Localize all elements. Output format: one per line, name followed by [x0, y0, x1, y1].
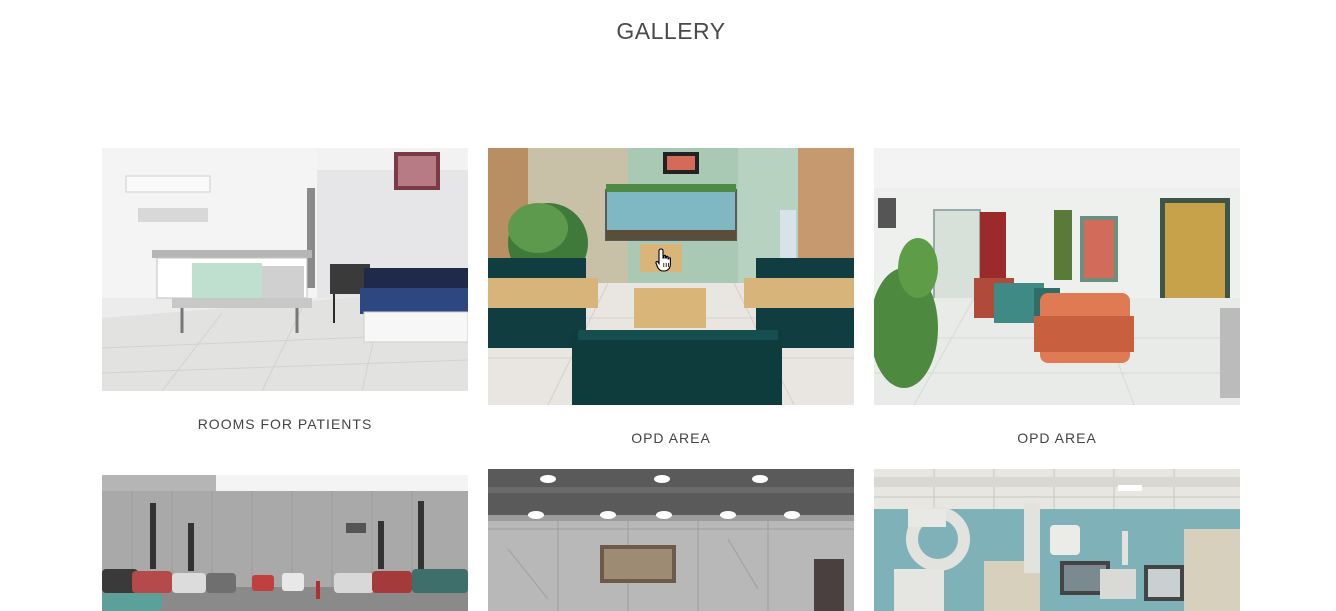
- hospital-room-photo[interactable]: [102, 148, 468, 391]
- parking-lot-photo[interactable]: [102, 475, 468, 611]
- gallery-page: GALLERY ROOMS FOR PATIENTS OPD AREA OPD …: [0, 0, 1336, 611]
- opd-recliner-chairs-photo[interactable]: [874, 148, 1240, 405]
- gallery-card-opd-2[interactable]: OPD AREA: [874, 148, 1240, 448]
- hand-pointer-icon: [655, 248, 671, 272]
- marble-lobby-photo[interactable]: [488, 469, 854, 611]
- gallery-caption-opd-2: OPD AREA: [1017, 430, 1097, 446]
- gallery-card-opd-1[interactable]: OPD AREA: [488, 148, 854, 448]
- cath-lab-photo[interactable]: [874, 469, 1240, 611]
- gallery-caption-opd-1: OPD AREA: [631, 430, 711, 446]
- gallery-card-lobby[interactable]: [488, 469, 854, 611]
- gallery-card-parking[interactable]: [102, 475, 468, 611]
- gallery-caption-rooms: ROOMS FOR PATIENTS: [197, 416, 373, 432]
- gallery-title: GALLERY: [616, 18, 726, 44]
- opd-waiting-aquarium-photo[interactable]: [488, 148, 854, 405]
- gallery-card-cath-lab[interactable]: [874, 469, 1240, 611]
- gallery-card-rooms[interactable]: ROOMS FOR PATIENTS: [102, 148, 468, 448]
